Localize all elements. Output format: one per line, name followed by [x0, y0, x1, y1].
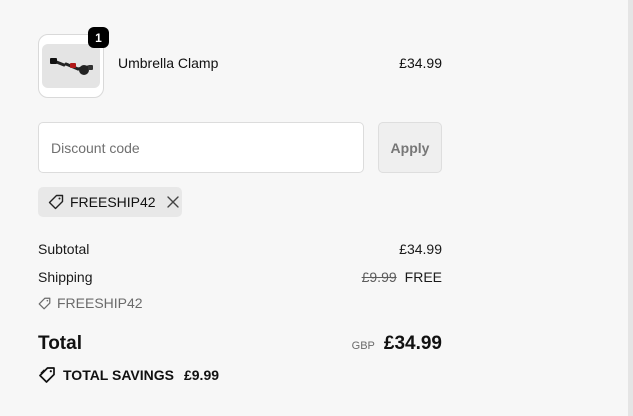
savings-label: TOTAL SAVINGS [63, 367, 174, 383]
shipping-original-price: £9.99 [361, 269, 397, 285]
product-price: £34.99 [399, 55, 442, 71]
applied-discount-chip: FREESHIP42 [38, 187, 182, 217]
subtotal-label: Subtotal [38, 241, 90, 257]
apply-discount-button[interactable]: Apply [378, 122, 442, 173]
tag-icon [48, 194, 64, 210]
total-amount: £34.99 [383, 333, 442, 354]
applied-discount-code: FREESHIP42 [70, 194, 156, 210]
discount-code-input[interactable] [38, 122, 364, 173]
subtotal-row: Subtotal £34.99 [38, 241, 442, 257]
quantity-badge: 1 [88, 27, 109, 48]
page-edge [628, 0, 633, 416]
currency-code: GBP [351, 340, 375, 352]
shipping-values: £9.99 FREE [362, 269, 442, 285]
tag-icon [38, 297, 51, 310]
close-icon[interactable] [166, 195, 180, 209]
shipping-code-label: FREESHIP42 [57, 295, 143, 311]
product-image [42, 44, 100, 88]
total-amount-group: GBP £34.99 [352, 333, 442, 355]
savings-value: £9.99 [183, 367, 220, 383]
shipping-label: Shipping [38, 269, 93, 285]
shipping-value: FREE [404, 269, 442, 285]
line-item: 1 Umbrella Clamp £34.99 [38, 27, 442, 98]
savings-tag-icon [38, 366, 56, 384]
shipping-row: Shipping £9.99 FREE [38, 269, 442, 285]
total-label: Total [38, 333, 82, 354]
shipping-discount-code: FREESHIP42 [38, 295, 143, 311]
subtotal-value: £34.99 [399, 241, 442, 257]
total-savings: TOTAL SAVINGS £9.99 [38, 366, 219, 384]
product-name: Umbrella Clamp [118, 55, 219, 71]
